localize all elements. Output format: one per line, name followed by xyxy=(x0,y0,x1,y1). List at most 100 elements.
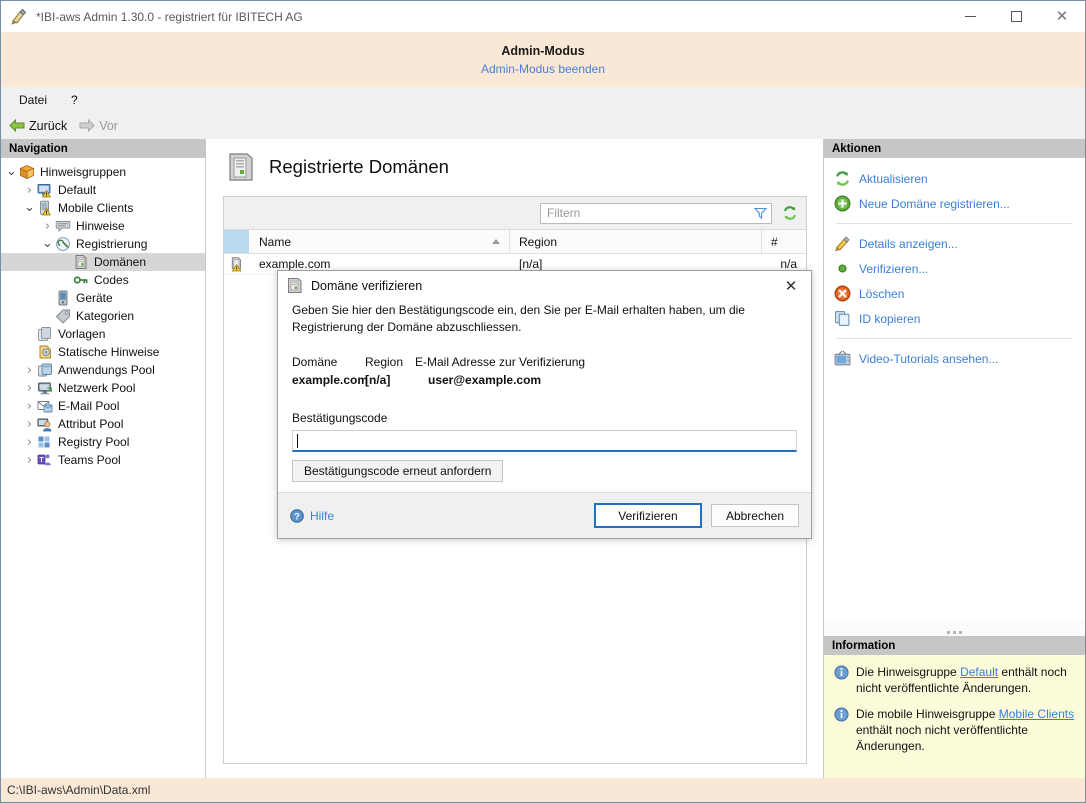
chevron-right-icon[interactable]: › xyxy=(22,181,37,199)
sidebar-item-ger-te[interactable]: Geräte xyxy=(1,289,205,307)
actions-separator xyxy=(836,223,1073,224)
sidebar-item-vorlagen[interactable]: Vorlagen xyxy=(1,325,205,343)
dialog-close-icon[interactable]: ✕ xyxy=(771,271,811,300)
information-text-pre: Die mobile Hinweisgruppe xyxy=(856,707,999,721)
sidebar-item-teams-pool[interactable]: ›TTeams Pool xyxy=(1,451,205,469)
action-l-schen[interactable]: Löschen xyxy=(824,281,1085,306)
twisty-spacer xyxy=(58,253,73,271)
information-link[interactable]: Mobile Clients xyxy=(999,707,1074,721)
dialog-title-bar: Domäne verifizieren ✕ xyxy=(278,271,811,300)
chevron-right-icon[interactable]: › xyxy=(22,415,37,433)
sidebar-item-codes[interactable]: Codes xyxy=(1,271,205,289)
chevron-right-icon[interactable]: › xyxy=(22,379,37,397)
actions-header: Aktionen xyxy=(824,139,1085,158)
action-label: Verifizieren... xyxy=(859,262,928,276)
sidebar-item-label: Hinweisgruppen xyxy=(40,163,126,181)
sidebar-item-label: Geräte xyxy=(76,289,113,307)
splitter-grip-icon xyxy=(947,631,962,634)
chevron-right-icon[interactable]: › xyxy=(40,217,55,235)
filter-row: Filtern xyxy=(224,197,806,230)
back-button[interactable]: Zurück xyxy=(9,119,67,133)
column-header-count[interactable]: # xyxy=(762,230,806,253)
title-bar: *IBI-aws Admin 1.30.0 - registriert für … xyxy=(1,1,1085,32)
registration-icon xyxy=(55,236,71,252)
information-text: Die Hinweisgruppe Default enthält noch n… xyxy=(856,664,1075,696)
action-neue-dom-ne-registrieren[interactable]: Neue Domäne registrieren... xyxy=(824,191,1085,216)
cancel-button[interactable]: Abbrechen xyxy=(711,504,799,527)
help-link[interactable]: Hilfe xyxy=(310,509,334,523)
information-link[interactable]: Default xyxy=(960,665,998,679)
exit-admin-mode-link[interactable]: Admin-Modus beenden xyxy=(481,62,605,76)
close-button[interactable]: ✕ xyxy=(1039,1,1085,32)
column-header-region[interactable]: Region xyxy=(510,230,762,253)
info-icon xyxy=(834,665,849,680)
confirmation-code-input[interactable] xyxy=(292,430,797,452)
select-all-column-header[interactable] xyxy=(224,230,250,253)
chevron-down-icon[interactable]: ⌄ xyxy=(4,163,19,181)
sidebar-item-netzwerk-pool[interactable]: ›Netzwerk Pool xyxy=(1,379,205,397)
twisty-spacer xyxy=(58,271,73,289)
column-header-count-label: # xyxy=(771,235,778,249)
dialog-help[interactable]: ? Hilfe xyxy=(290,509,585,523)
sidebar-item-e-mail-pool[interactable]: ›E-Mail Pool xyxy=(1,397,205,415)
chevron-down-icon[interactable]: ⌄ xyxy=(22,199,37,217)
sidebar-item-registrierung[interactable]: ⌄Registrierung xyxy=(1,235,205,253)
maximize-button[interactable] xyxy=(993,1,1039,32)
dialog-intro-text: Geben Sie hier den Bestätigungscode ein,… xyxy=(292,302,797,336)
information-text-pre: Die Hinweisgruppe xyxy=(856,665,960,679)
navigation-pane: Navigation ⌄Hinweisgruppen›Default⌄Mobil… xyxy=(1,139,206,778)
pane-splitter[interactable] xyxy=(824,620,1085,636)
page-title: Registrierte Domänen xyxy=(269,156,449,178)
action-verifizieren[interactable]: Verifizieren... xyxy=(824,256,1085,281)
pencil-icon xyxy=(834,235,851,252)
window-controls: ✕ xyxy=(947,1,1085,32)
menu-item-datei[interactable]: Datei xyxy=(11,90,55,110)
text-caret xyxy=(297,434,298,448)
package-icon xyxy=(19,164,35,180)
action-aktualisieren[interactable]: Aktualisieren xyxy=(824,166,1085,191)
sidebar-item-anwendungs-pool[interactable]: ›Anwendungs Pool xyxy=(1,361,205,379)
sidebar-item-dom-nen[interactable]: Domänen xyxy=(1,253,205,271)
action-video-tutorials-ansehen[interactable]: Video-Tutorials ansehen... xyxy=(824,346,1085,371)
menu-item-help[interactable]: ? xyxy=(63,90,86,110)
information-text: Die mobile Hinweisgruppe Mobile Clients … xyxy=(856,706,1075,754)
sidebar-item-attribut-pool[interactable]: ›Attribut Pool xyxy=(1,415,205,433)
twisty-spacer xyxy=(40,307,55,325)
filter-input[interactable]: Filtern xyxy=(540,203,772,224)
resend-code-button[interactable]: Bestätigungscode erneut anfordern xyxy=(292,460,503,482)
column-header-name[interactable]: Name xyxy=(250,230,510,253)
sidebar-item-kategorien[interactable]: Kategorien xyxy=(1,307,205,325)
domain-icon xyxy=(287,277,303,294)
chevron-right-icon[interactable]: › xyxy=(22,397,37,415)
tag-icon xyxy=(55,308,71,324)
close-icon: ✕ xyxy=(1056,9,1069,24)
information-header: Information xyxy=(824,636,1085,655)
sidebar-item-label: Hinweise xyxy=(76,217,125,235)
chevron-down-icon[interactable]: ⌄ xyxy=(40,235,55,253)
refresh-icon[interactable] xyxy=(782,205,798,221)
admin-mode-banner: Admin-Modus Admin-Modus beenden xyxy=(1,32,1085,87)
action-id-kopieren[interactable]: ID kopieren xyxy=(824,306,1085,331)
static-notes-icon xyxy=(37,344,53,360)
delete-circle-icon xyxy=(834,285,851,302)
navigation-tree[interactable]: ⌄Hinweisgruppen›Default⌄Mobile Clients›H… xyxy=(1,158,205,778)
sidebar-item-default[interactable]: ›Default xyxy=(1,181,205,199)
twisty-spacer xyxy=(22,325,37,343)
sidebar-item-mobile-clients[interactable]: ⌄Mobile Clients xyxy=(1,199,205,217)
chevron-right-icon[interactable]: › xyxy=(22,361,37,379)
chevron-right-icon[interactable]: › xyxy=(22,433,37,451)
sidebar-item-registry-pool[interactable]: ›Registry Pool xyxy=(1,433,205,451)
chevron-right-icon[interactable]: › xyxy=(22,451,37,469)
cell-name: example.com xyxy=(250,257,510,271)
verify-button[interactable]: Verifizieren xyxy=(594,503,702,528)
sidebar-item-statische-hinweise[interactable]: Statische Hinweise xyxy=(1,343,205,361)
dialog-region-header: Region xyxy=(365,355,415,369)
action-details-anzeigen[interactable]: Details anzeigen... xyxy=(824,231,1085,256)
navigation-toolbar: Zurück Vor xyxy=(1,112,1085,139)
sidebar-item-hinweise[interactable]: › Hinweise xyxy=(1,217,205,235)
funnel-icon[interactable] xyxy=(754,207,767,219)
sidebar-item-hinweisgruppen[interactable]: ⌄ Hinweisgruppen xyxy=(1,163,205,181)
minimize-button[interactable] xyxy=(947,1,993,32)
column-header-region-label: Region xyxy=(519,235,557,249)
dialog-domain-value: example.com xyxy=(292,373,365,387)
